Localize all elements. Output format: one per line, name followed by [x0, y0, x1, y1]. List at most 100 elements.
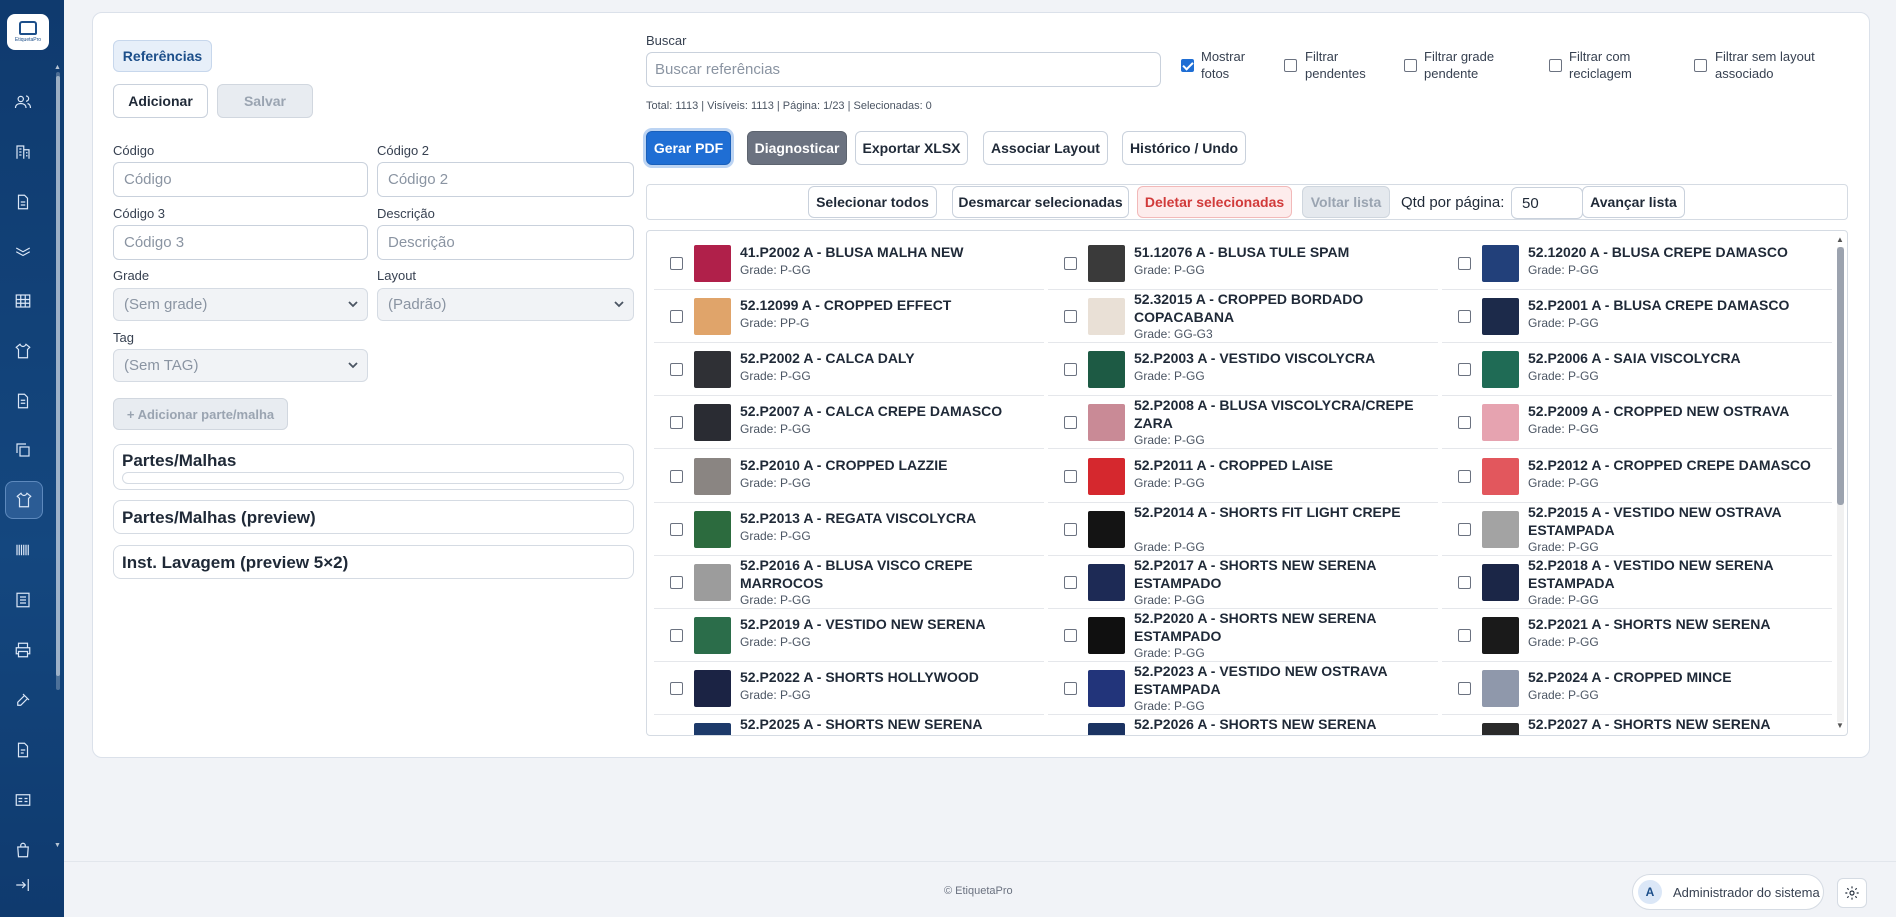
- item-checkbox[interactable]: [670, 416, 683, 429]
- list-item[interactable]: 52.12099 A - CROPPED EFFECT Grade: PP-G: [654, 290, 1044, 343]
- settings-button[interactable]: [1837, 878, 1867, 908]
- file-icon[interactable]: [10, 388, 36, 414]
- filtrar-reciclagem-checkbox[interactable]: [1549, 59, 1562, 72]
- item-checkbox[interactable]: [670, 363, 683, 376]
- item-checkbox[interactable]: [1064, 363, 1077, 376]
- item-checkbox[interactable]: [670, 629, 683, 642]
- list-item[interactable]: 52.P2014 A - SHORTS FIT LIGHT CREPE Grade…: [1048, 503, 1438, 556]
- item-checkbox[interactable]: [1458, 735, 1471, 736]
- list-item[interactable]: 52.P2025 A - SHORTS NEW SERENA ESTAMPADO: [654, 715, 1044, 736]
- list-item[interactable]: 52.P2024 A - CROPPED MINCE Grade: P-GG: [1442, 662, 1832, 715]
- gerar-pdf-button[interactable]: Gerar PDF: [646, 131, 731, 165]
- grid-icon[interactable]: [10, 288, 36, 314]
- item-checkbox[interactable]: [670, 735, 683, 736]
- document-icon[interactable]: [10, 189, 36, 215]
- users-icon[interactable]: [10, 89, 36, 115]
- report-icon[interactable]: [10, 737, 36, 763]
- item-checkbox[interactable]: [1458, 470, 1471, 483]
- list-item[interactable]: 52.P2027 A - SHORTS NEW SERENA ESTAMPADO: [1442, 715, 1832, 736]
- list-item[interactable]: 52.P2023 A - VESTIDO NEW OSTRAVA ESTAMPA…: [1048, 662, 1438, 715]
- building-icon[interactable]: [10, 139, 36, 165]
- item-checkbox[interactable]: [1064, 629, 1077, 642]
- id-card-icon[interactable]: [10, 787, 36, 813]
- voltar-lista-button[interactable]: Voltar lista: [1302, 186, 1390, 218]
- delete-selected-button[interactable]: Deletar selecionadas: [1137, 186, 1292, 218]
- list-item[interactable]: 41.P2002 A - BLUSA MALHA NEW Grade: P-GG: [654, 237, 1044, 290]
- list-item[interactable]: 52.P2001 A - BLUSA CREPE DAMASCO Grade: P…: [1442, 290, 1832, 343]
- avancar-lista-button[interactable]: Avançar lista: [1582, 186, 1685, 218]
- item-checkbox[interactable]: [1064, 257, 1077, 270]
- printer-icon[interactable]: [10, 637, 36, 663]
- list-item[interactable]: 52.P2013 A - REGATA VISCOLYCRA Grade: P-G…: [654, 503, 1044, 556]
- app-logo[interactable]: EtiquetaPro: [7, 14, 49, 50]
- item-checkbox[interactable]: [1458, 363, 1471, 376]
- item-checkbox[interactable]: [1064, 523, 1077, 536]
- list-item[interactable]: 52.P2007 A - CALCA CREPE DAMASCO Grade: P…: [654, 396, 1044, 449]
- item-checkbox[interactable]: [1458, 682, 1471, 695]
- filtrar-sem-layout-checkbox[interactable]: [1694, 59, 1707, 72]
- list-item[interactable]: 52.P2008 A - BLUSA VISCOLYCRA/CREPE ZARA…: [1048, 396, 1438, 449]
- item-checkbox[interactable]: [670, 682, 683, 695]
- layout-select[interactable]: (Padrão): [377, 288, 634, 321]
- item-checkbox[interactable]: [1064, 416, 1077, 429]
- item-checkbox[interactable]: [1458, 629, 1471, 642]
- scroll-up-arrow-icon[interactable]: ▲: [54, 64, 61, 71]
- item-checkbox[interactable]: [1064, 470, 1077, 483]
- list-item[interactable]: 52.P2021 A - SHORTS NEW SERENA Grade: P-G…: [1442, 609, 1832, 662]
- item-checkbox[interactable]: [670, 310, 683, 323]
- list-scrollbar[interactable]: [1837, 247, 1844, 722]
- list-item[interactable]: 52.12020 A - BLUSA CREPE DAMASCO Grade: P…: [1442, 237, 1832, 290]
- list-item[interactable]: 52.P2009 A - CROPPED NEW OSTRAVA Grade: P…: [1442, 396, 1832, 449]
- list-item[interactable]: 52.P2015 A - VESTIDO NEW OSTRAVA ESTAMPA…: [1442, 503, 1832, 556]
- list-item[interactable]: 51.12076 A - BLUSA TULE SPAM Grade: P-GG: [1048, 237, 1438, 290]
- tools-icon[interactable]: [10, 687, 36, 713]
- list-item[interactable]: 52.P2011 A - CROPPED LAISE Grade: P-GG: [1048, 450, 1438, 503]
- list-icon[interactable]: [10, 587, 36, 613]
- list-item[interactable]: 52.P2019 A - VESTIDO NEW SERENA Grade: P-…: [654, 609, 1044, 662]
- deselect-button[interactable]: Desmarcar selecionadas: [952, 186, 1129, 218]
- layers-icon[interactable]: [10, 238, 36, 264]
- qty-input[interactable]: 50: [1511, 187, 1583, 219]
- list-scroll-down-icon[interactable]: ▼: [1836, 721, 1844, 730]
- scroll-down-arrow-icon[interactable]: ▼: [54, 842, 61, 849]
- tshirt-active-icon[interactable]: [5, 481, 43, 519]
- tab-referencias[interactable]: Referências: [113, 40, 212, 72]
- tag-select[interactable]: (Sem TAG): [113, 349, 368, 382]
- save-button[interactable]: Salvar: [217, 84, 313, 118]
- historico-undo-button[interactable]: Histórico / Undo: [1122, 131, 1246, 165]
- item-checkbox[interactable]: [670, 257, 683, 270]
- list-item[interactable]: 52.P2017 A - SHORTS NEW SERENA ESTAMPADO…: [1048, 556, 1438, 609]
- list-item[interactable]: 52.P2002 A - CALCA DALY Grade: P-GG: [654, 343, 1044, 396]
- item-checkbox[interactable]: [1458, 416, 1471, 429]
- add-button[interactable]: Adicionar: [113, 84, 208, 118]
- associar-layout-button[interactable]: Associar Layout: [983, 131, 1108, 165]
- list-item[interactable]: 52.P2020 A - SHORTS NEW SERENA ESTAMPADO…: [1048, 609, 1438, 662]
- add-part-button[interactable]: + Adicionar parte/malha: [113, 398, 288, 430]
- list-item[interactable]: 52.P2018 A - VESTIDO NEW SERENA ESTAMPAD…: [1442, 556, 1832, 609]
- mostrar-fotos-checkbox[interactable]: [1181, 59, 1194, 72]
- section-partes-preview[interactable]: Partes/Malhas (preview): [113, 500, 634, 534]
- item-checkbox[interactable]: [1458, 523, 1471, 536]
- list-item[interactable]: 52.P2016 A - BLUSA VISCO CREPE MARROCOS G…: [654, 556, 1044, 609]
- bag-icon[interactable]: [10, 837, 36, 863]
- copy-icon[interactable]: [10, 437, 36, 463]
- item-checkbox[interactable]: [1064, 576, 1077, 589]
- select-all-button[interactable]: Selecionar todos: [808, 186, 937, 218]
- codigo2-input[interactable]: Código 2: [377, 162, 634, 197]
- section-inst-lavagem[interactable]: Inst. Lavagem (preview 5×2): [113, 545, 634, 579]
- diagnosticar-button[interactable]: Diagnosticar: [747, 131, 847, 165]
- item-checkbox[interactable]: [1064, 682, 1077, 695]
- list-item[interactable]: 52.P2006 A - SAIA VISCOLYCRA Grade: P-GG: [1442, 343, 1832, 396]
- list-item[interactable]: 52.P2026 A - SHORTS NEW SERENA ESTAMPADO: [1048, 715, 1438, 736]
- list-item[interactable]: 52.P2012 A - CROPPED CREPE DAMASCO Grade:…: [1442, 450, 1832, 503]
- codigo3-input[interactable]: Código 3: [113, 225, 368, 260]
- item-checkbox[interactable]: [1064, 735, 1077, 736]
- item-checkbox[interactable]: [670, 470, 683, 483]
- item-checkbox[interactable]: [1458, 257, 1471, 270]
- sidebar-scrollbar[interactable]: [56, 72, 60, 690]
- shirt-icon[interactable]: [10, 338, 36, 364]
- item-checkbox[interactable]: [670, 523, 683, 536]
- exportar-xlsx-button[interactable]: Exportar XLSX: [855, 131, 968, 165]
- list-scroll-up-icon[interactable]: ▲: [1836, 235, 1844, 244]
- item-checkbox[interactable]: [1064, 310, 1077, 323]
